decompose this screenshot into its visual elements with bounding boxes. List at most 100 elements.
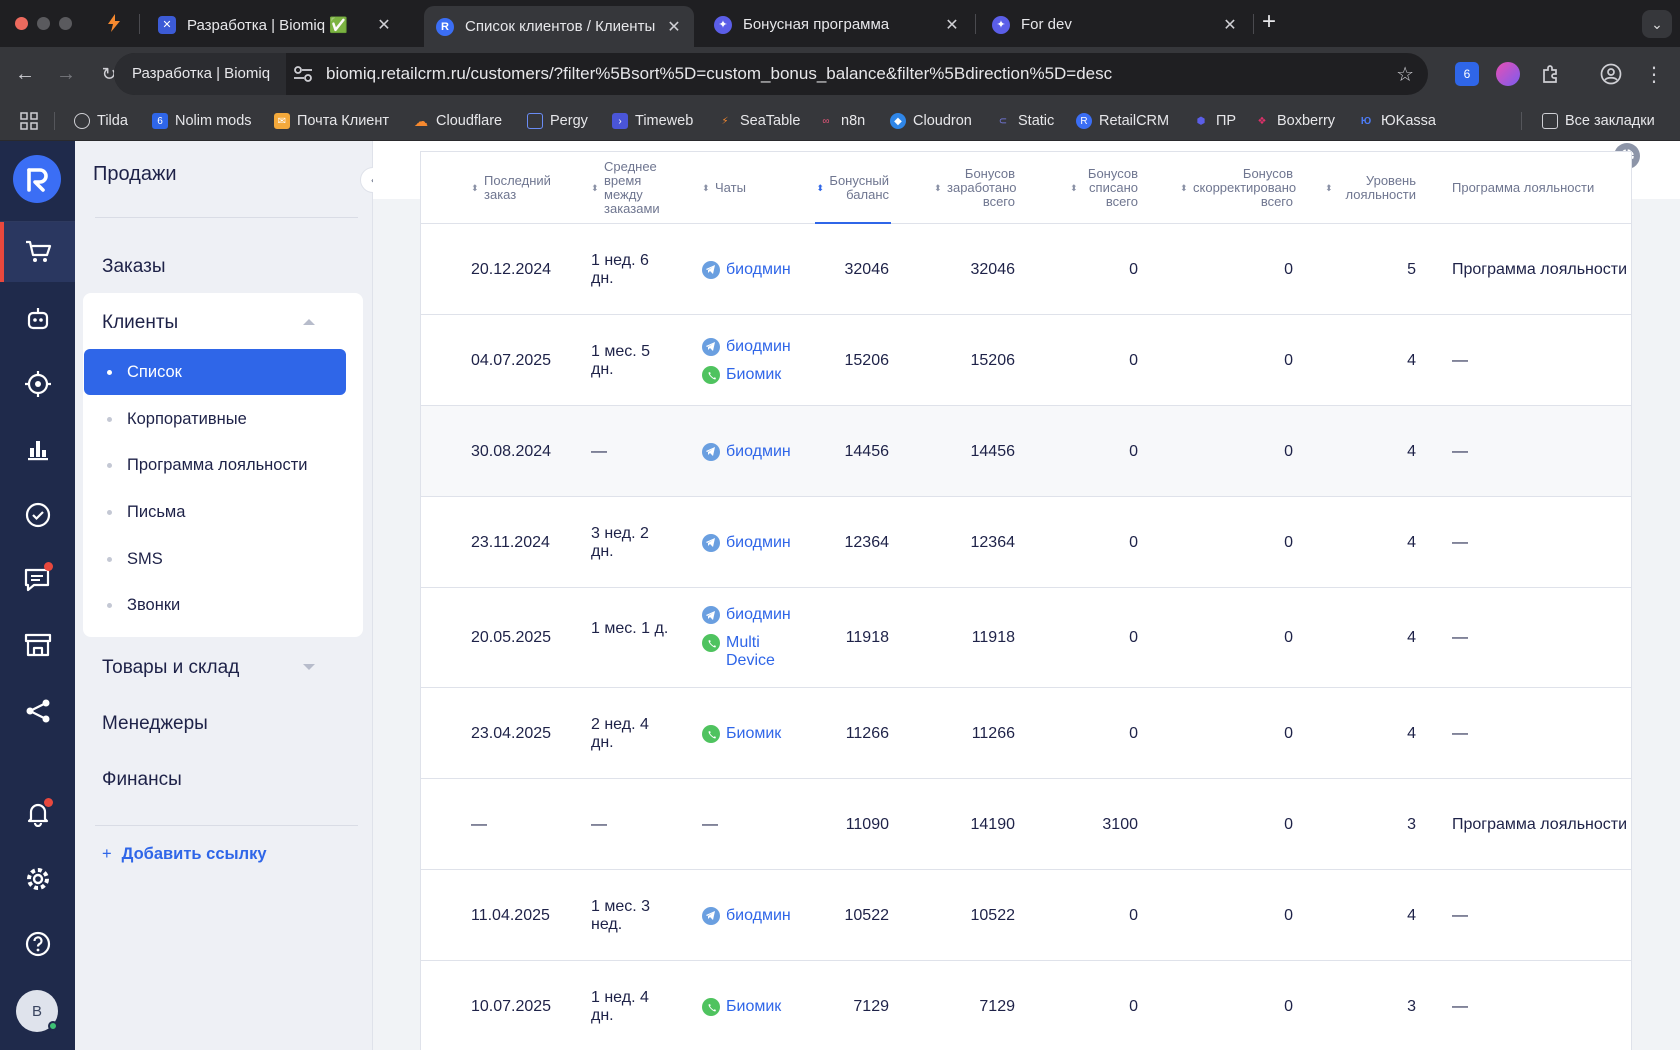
url-text[interactable]: biomiq.retailcrm.ru/customers/?filter%5B… xyxy=(326,53,1112,95)
all-bookmarks[interactable]: Все закладки xyxy=(1542,111,1655,131)
nav-analytics[interactable] xyxy=(0,419,75,479)
close-tab-icon[interactable]: ✕ xyxy=(664,17,684,37)
chat-name[interactable]: биодмин xyxy=(726,443,796,461)
chat-name[interactable]: биодмин xyxy=(726,606,796,624)
chat-link[interactable]: биодмин xyxy=(702,606,802,624)
sidebar-item-managers[interactable]: Менеджеры xyxy=(102,713,208,735)
chat-link[interactable]: биодмин xyxy=(702,260,802,279)
sidebar-subitem-list[interactable]: Список xyxy=(84,349,346,395)
extension-icon[interactable]: 6 xyxy=(1455,62,1479,86)
sidebar-subitem-loyalty[interactable]: Программа лояльности xyxy=(84,442,346,488)
tab-for-dev[interactable]: ✦ For dev ✕ xyxy=(980,6,1250,43)
chat-link[interactable]: биодмин xyxy=(702,906,802,925)
sidebar-subitem-letters[interactable]: Письма xyxy=(84,489,346,535)
close-tab-icon[interactable]: ✕ xyxy=(942,15,962,35)
minimize-window-button[interactable] xyxy=(37,17,50,30)
chat-link[interactable]: Биомик xyxy=(702,724,802,743)
table-row[interactable]: 23.04.2025 2 нед. 4 дн. Биомик 11266 11266 0 0… xyxy=(421,688,1631,779)
tab-bonus-program[interactable]: ✦ Бонусная программа ✕ xyxy=(702,6,972,43)
nav-settings[interactable] xyxy=(0,849,75,909)
bookmark-star-icon[interactable]: ☆ xyxy=(1396,62,1414,87)
col-last-order[interactable]: ⬍ Последний заказ xyxy=(471,152,571,224)
chat-link[interactable]: биодмин xyxy=(702,337,802,356)
site-chip[interactable]: Разработка | Biomiq xyxy=(114,53,287,95)
sidebar-item-orders[interactable]: Заказы xyxy=(102,256,166,278)
chat-name[interactable]: Биомик xyxy=(726,725,796,743)
table-row[interactable]: 20.05.2025 1 мес. 1 д. биодмин Multi Device… xyxy=(421,588,1631,688)
chevron-up-icon[interactable] xyxy=(303,319,315,325)
retailcrm-logo-icon[interactable] xyxy=(13,155,61,203)
sidebar-item-finance[interactable]: Финансы xyxy=(102,769,182,791)
profile-icon[interactable] xyxy=(1598,61,1624,87)
sidebar-item-goods[interactable]: Товары и склад xyxy=(102,657,239,679)
chat-name[interactable]: Биомик xyxy=(726,366,796,384)
chat-name[interactable]: биодмин xyxy=(726,907,796,925)
nav-tasks[interactable] xyxy=(0,485,75,545)
bookmark-seatable[interactable]: ⚡ SeaTable xyxy=(717,111,800,131)
table-row[interactable]: 11.04.2025 1 мес. 3 нед. биодмин 10522 10522… xyxy=(421,870,1631,961)
nav-integrations[interactable] xyxy=(0,681,75,741)
sidebar-subitem-calls[interactable]: Звонки xyxy=(84,582,346,628)
nav-chats[interactable] xyxy=(0,550,75,610)
browser-menu-icon[interactable]: ⋮ xyxy=(1641,61,1667,87)
bookmark-mail[interactable]: ✉ Почта Клиент xyxy=(274,111,389,131)
chat-name[interactable]: биодмин xyxy=(726,338,796,356)
bookmark-pr[interactable]: ⬢ ПР xyxy=(1193,111,1236,131)
bookmark-static[interactable]: ⊂ Static xyxy=(995,111,1054,131)
chevron-down-icon[interactable] xyxy=(303,664,315,670)
bookmark-yukassa[interactable]: Ю ЮKassa xyxy=(1358,111,1436,131)
close-tab-icon[interactable]: ✕ xyxy=(374,15,394,35)
sidebar-subitem-corporate[interactable]: Корпоративные xyxy=(84,396,346,442)
extension-icon[interactable] xyxy=(1496,62,1520,86)
zoom-window-button[interactable] xyxy=(59,17,72,30)
bookmark-retailcrm[interactable]: R RetailCRM xyxy=(1076,111,1169,131)
add-link-button[interactable]: + Добавить ссылку xyxy=(102,845,267,864)
table-row[interactable]: 20.12.2024 1 нед. 6 дн. биодмин 32046 32046 0… xyxy=(421,224,1631,315)
table-row[interactable]: 23.11.2024 3 нед. 2 дн. биодмин 12364 12364 0… xyxy=(421,497,1631,588)
col-bonus-adjusted[interactable]: ⬍ Бонусов скорректировано всего xyxy=(1173,152,1296,224)
chat-name[interactable]: Биомик xyxy=(726,998,796,1016)
pinned-tab[interactable] xyxy=(104,13,124,33)
bookmark-timeweb[interactable]: › Timeweb xyxy=(612,111,693,131)
table-row[interactable]: 04.07.2025 1 мес. 5 дн. биодмин Биомик 15206… xyxy=(421,315,1631,406)
tab-clients-list[interactable]: R Список клиентов / Клиенты ✕ xyxy=(424,6,694,47)
col-bonus-balance[interactable]: ⬍ Бонусный баланс xyxy=(815,152,891,224)
chat-link[interactable]: биодмин xyxy=(702,442,802,461)
table-row[interactable]: 10.07.2025 1 нед. 4 дн. Биомик 7129 7129 0 0 3 — xyxy=(421,961,1631,1050)
forward-arrow-icon[interactable]: → xyxy=(53,61,79,87)
nav-marketing[interactable] xyxy=(0,354,75,414)
bookmark-tilda[interactable]: Tilda xyxy=(74,111,128,131)
col-bonus-earned[interactable]: ⬍ Бонусов заработано всего xyxy=(934,152,1017,224)
sidebar-item-clients[interactable]: Клиенты xyxy=(102,312,178,334)
col-avg-time[interactable]: ⬍ Среднее время между заказами xyxy=(591,152,681,224)
chat-link[interactable]: биодмин xyxy=(702,533,802,552)
bookmark-cloudron[interactable]: ◆ Cloudron xyxy=(890,111,972,131)
address-bar[interactable]: Разработка | Biomiq biomiq.retailcrm.ru/… xyxy=(114,53,1428,95)
sidebar-subitem-sms[interactable]: SMS xyxy=(84,536,346,582)
extensions-puzzle-icon[interactable] xyxy=(1537,61,1563,87)
col-loyalty-program[interactable]: Программа лояльности xyxy=(1452,152,1631,224)
nav-sales[interactable] xyxy=(0,222,75,282)
nav-bots[interactable] xyxy=(0,289,75,349)
chat-link[interactable]: Multi Device xyxy=(702,634,802,670)
col-chats[interactable]: ⬍ Чаты xyxy=(702,152,792,224)
back-arrow-icon[interactable]: ← xyxy=(12,61,38,87)
col-loyalty-level[interactable]: ⬍ Уровень лояльности xyxy=(1325,152,1416,224)
tab-search-button[interactable]: ⌄ xyxy=(1642,10,1672,38)
nav-notifications[interactable] xyxy=(0,783,75,843)
chat-name[interactable]: биодмин xyxy=(726,261,796,279)
chat-name[interactable]: биодмин xyxy=(726,534,796,552)
chat-name[interactable]: Multi Device xyxy=(726,634,796,670)
table-row[interactable]: — — — 11090 14190 3100 0 3 Программа лояльности … xyxy=(421,779,1631,870)
col-bonus-spent[interactable]: ⬍ Бонусов списано всего xyxy=(1070,152,1138,224)
apps-grid-icon[interactable] xyxy=(20,111,38,131)
table-row[interactable]: 30.08.2024 — биодмин 14456 14456 0 0 4 — xyxy=(421,406,1631,497)
close-tab-icon[interactable]: ✕ xyxy=(1220,15,1240,35)
tab-dev[interactable]: ✕ Разработка | Biomiq ✅ ✕ xyxy=(146,6,404,43)
chat-link[interactable]: Биомик xyxy=(702,997,802,1016)
new-tab-button[interactable]: + xyxy=(1262,8,1276,36)
close-window-button[interactable] xyxy=(15,17,28,30)
chat-link[interactable]: Биомик xyxy=(702,365,802,384)
nav-help[interactable] xyxy=(0,914,75,974)
site-settings-icon[interactable] xyxy=(292,64,314,84)
